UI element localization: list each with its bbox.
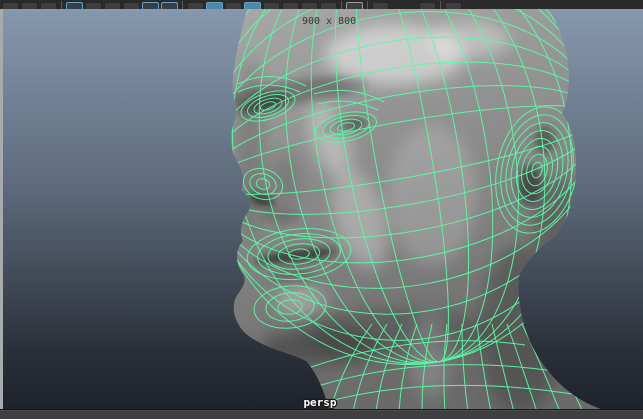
toolbar-button[interactable]: [104, 2, 121, 9]
toolbar-separator: [440, 1, 441, 9]
camera-label: persp: [303, 396, 336, 409]
toolbar-button[interactable]: [282, 2, 299, 9]
viewport-panel[interactable]: 900 x 800 persp: [0, 9, 643, 409]
toolbar-button[interactable]: [225, 2, 242, 9]
toolbar-button[interactable]: [187, 2, 204, 9]
toolbar-button[interactable]: [85, 2, 102, 9]
toolbar-button[interactable]: [161, 2, 178, 9]
toolbar-separator: [61, 1, 62, 9]
toolbar-button[interactable]: [445, 2, 462, 9]
toolbar-button[interactable]: [419, 2, 436, 9]
toolbar-button[interactable]: [372, 2, 389, 9]
toolbar-button[interactable]: [244, 2, 261, 9]
toolbar-separator: [367, 1, 368, 9]
toolbar-button[interactable]: [66, 2, 83, 9]
panel-left-border: [0, 9, 3, 409]
toolbar-button[interactable]: [346, 2, 363, 9]
toolbar-button[interactable]: [301, 2, 318, 9]
toolbar-button[interactable]: [142, 2, 159, 9]
window-bottom-bar: [0, 409, 643, 419]
resolution-gate-label: 900 x 800: [302, 16, 356, 27]
toolbar-button[interactable]: [320, 2, 337, 9]
toolbar-button[interactable]: [40, 2, 57, 9]
viewport-toolbar: [0, 0, 643, 9]
toolbar-button[interactable]: [123, 2, 140, 9]
toolbar-button[interactable]: [2, 2, 19, 9]
toolbar-button[interactable]: [21, 2, 38, 9]
toolbar-button[interactable]: [206, 2, 223, 9]
toolbar-separator: [182, 1, 183, 9]
viewport-3d-canvas[interactable]: 900 x 800 persp: [0, 9, 643, 409]
toolbar-separator: [341, 1, 342, 9]
maya-window: 900 x 800 persp: [0, 0, 643, 419]
toolbar-button[interactable]: [263, 2, 280, 9]
